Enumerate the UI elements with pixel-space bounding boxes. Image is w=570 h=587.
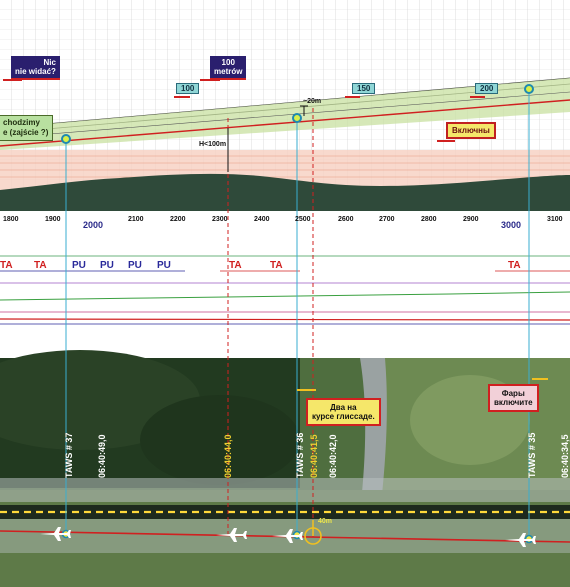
pu-label: PU: [100, 260, 114, 271]
fary-label-line1: Фары: [501, 389, 525, 398]
ta-label: TA: [508, 260, 521, 271]
fary-label-line2: включите: [494, 398, 533, 407]
distance-tick: 2400: [254, 216, 270, 223]
gs-marker-200: 200: [475, 83, 499, 94]
time-064041-label: 06:40:41,5: [309, 434, 319, 478]
taws-36-time: 06:40:42,0: [328, 434, 338, 478]
zajscie-box: chodzimy e (zajście ?): [0, 115, 54, 141]
distance-tick: 2200: [170, 216, 186, 223]
taws-35-name: TAWS # 35: [527, 432, 537, 478]
zajscie-label-line1: chodzimy: [3, 118, 40, 127]
distance-tick: 2300: [212, 216, 228, 223]
metrow-box: 100 metrów: [210, 56, 247, 80]
distance-tick: 3100: [547, 216, 563, 223]
fary-box: Фары включите: [488, 384, 539, 412]
dva-label-line2: курсе глиссаде.: [312, 412, 375, 421]
pu-label: PU: [128, 260, 142, 271]
pu-label: PU: [72, 260, 86, 271]
nic-label-line1: Nic: [43, 58, 56, 67]
distance-major: 2000: [83, 220, 104, 230]
taws-37-time: 06:40:49,0: [97, 434, 107, 478]
dva-na-kurse-box: Два на курсе глиссаде.: [306, 398, 381, 426]
gs-marker-150: 150: [352, 83, 376, 94]
distance-tick: 2800: [421, 216, 437, 223]
offset-annotation: ~20m: [303, 98, 322, 105]
taws-37-name: TAWS # 37: [64, 432, 74, 478]
approach-diagram: Nic nie widać? 100 metrów 100 150 200 ch…: [0, 0, 570, 587]
distance-tick: 2900: [463, 216, 479, 223]
vklyuchny-box: Включны: [446, 122, 496, 139]
nic-label-line2: nie widać?: [15, 67, 56, 76]
distance-tick: 2700: [379, 216, 395, 223]
nic-nie-widac-box: Nic nie widać?: [11, 56, 60, 80]
metrow-label-line2: metrów: [214, 67, 243, 76]
taws-35-label: TAWS # 35 06:40:34,5: [505, 433, 570, 478]
taws-35-time: 06:40:34,5: [560, 434, 570, 478]
taws-36-name: TAWS # 36: [295, 432, 305, 478]
height-annotation: H<100m: [199, 141, 227, 148]
dva-label-line1: Два на: [330, 403, 357, 412]
distance-tick: 2100: [128, 216, 144, 223]
pu-label: PU: [157, 260, 171, 271]
metrow-label-line1: 100: [221, 58, 235, 67]
ta-label: TA: [229, 260, 242, 271]
ta-label: TA: [0, 260, 13, 271]
gs-marker-100: 100: [176, 83, 200, 94]
distance-tick: 1800: [3, 216, 19, 223]
zajscie-label-line2: e (zajście ?): [3, 128, 49, 137]
distance-tick: 2500: [295, 216, 311, 223]
offset-40m-label: 40m: [318, 518, 333, 525]
ta-label: TA: [270, 260, 283, 271]
ta-label: TA: [34, 260, 47, 271]
taws-37-label: TAWS # 37 06:40:49,0: [42, 433, 130, 478]
distance-major: 3000: [501, 220, 522, 230]
distance-tick: 2600: [338, 216, 354, 223]
time-064044-label: 06:40:44,0: [223, 434, 233, 478]
distance-tick: 1900: [45, 216, 61, 223]
